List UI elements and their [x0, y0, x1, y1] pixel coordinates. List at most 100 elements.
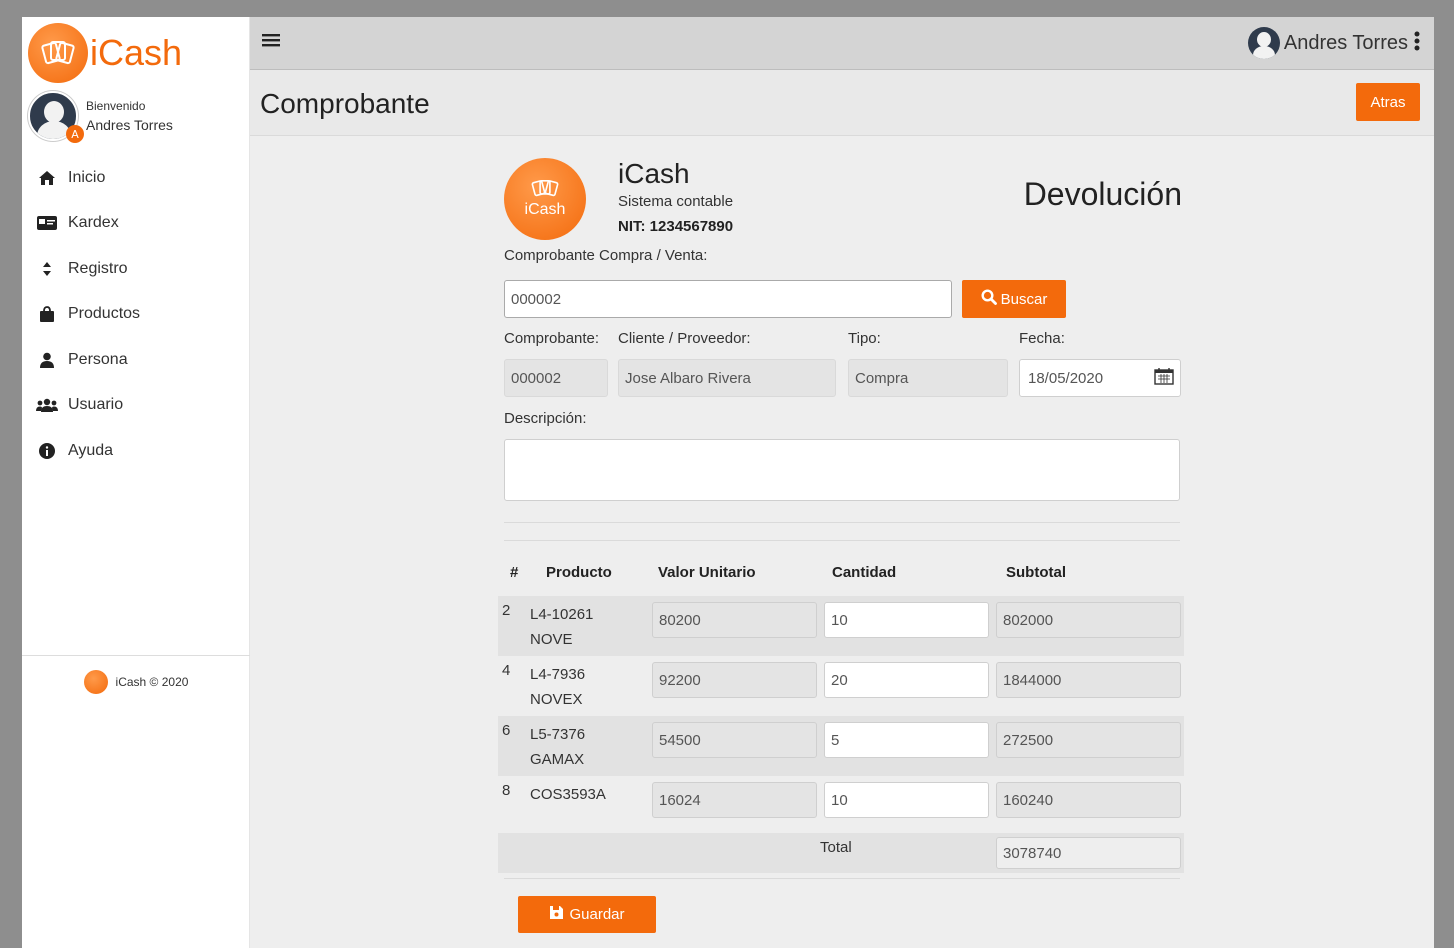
row-qty: 5: [820, 716, 992, 776]
shopping-bag-icon: [36, 305, 58, 323]
sidebar-item-registro[interactable]: Registro: [36, 246, 140, 292]
table-row: 4 L4-7936 NOVEX 92200 20 1844000: [498, 656, 1184, 716]
back-button[interactable]: Atras: [1356, 83, 1420, 121]
kebab-menu-icon[interactable]: [1414, 31, 1420, 55]
cliente-field: Jose Albaro Rivera: [618, 359, 836, 397]
row-subtotal: 160240: [992, 776, 1184, 833]
descripcion-label: Descripción:: [504, 410, 587, 427]
row-unit-price: 92200: [648, 656, 820, 716]
subtotal-field: 802000: [996, 602, 1181, 638]
topbar-user-name: Andres Torres: [1283, 31, 1408, 54]
comprobante-label: Comprobante:: [504, 330, 600, 347]
save-button[interactable]: Guardar: [518, 896, 656, 933]
cards-icon: [531, 180, 559, 197]
col-header-valor: Valor Unitario: [658, 563, 756, 581]
row-unit-price: 16024: [648, 776, 820, 833]
sidebar-item-usuario[interactable]: Usuario: [36, 383, 140, 429]
avatar-badge: A: [66, 125, 84, 143]
cards-icon: [41, 41, 75, 65]
topbar-user-menu[interactable]: Andres Torres: [1247, 27, 1420, 59]
company-nit: NIT: 1234567890: [618, 218, 734, 235]
subtotal-field: 272500: [996, 722, 1181, 758]
items-table: # Producto Valor Unitario Cantidad Subto…: [498, 548, 1184, 873]
sidebar-item-label: Usuario: [68, 396, 124, 414]
row-product: L4-7936 NOVEX: [530, 656, 648, 716]
main-content: iCash iCash Sistema contable NIT: 123456…: [250, 136, 1434, 948]
sidebar-footer: iCash © 2020: [22, 655, 250, 694]
product-code: COS3593A: [530, 786, 606, 803]
product-code: L5-7376: [530, 726, 586, 743]
quantity-input[interactable]: 5: [824, 722, 989, 758]
sidebar-user-name: Andres Torres: [86, 117, 173, 133]
sidebar-item-label: Inicio: [68, 168, 106, 186]
user-icon: [36, 352, 58, 368]
unit-price-field: 80200: [652, 602, 817, 638]
fecha-field[interactable]: 18/05/2020: [1019, 359, 1181, 397]
product-brand: GAMAX: [530, 751, 585, 768]
sidebar-item-ayuda[interactable]: Ayuda: [36, 428, 140, 474]
voucher-form: iCash iCash Sistema contable NIT: 123456…: [498, 136, 1188, 948]
quantity-input[interactable]: 10: [824, 782, 989, 818]
brand[interactable]: iCash: [28, 23, 182, 83]
quantity-input[interactable]: 20: [824, 662, 989, 698]
brand-logo: [28, 23, 88, 83]
sidebar-item-persona[interactable]: Persona: [36, 337, 140, 383]
product-brand: NOVEX: [530, 691, 583, 708]
row-qty: 10: [820, 596, 992, 656]
save-button-label: Guardar: [569, 906, 625, 923]
total-field: 3078740: [996, 837, 1181, 869]
search-icon: [981, 289, 997, 309]
home-icon: [36, 170, 58, 186]
topbar-avatar: [1247, 27, 1280, 59]
sidebar: iCash A Bienvenido Andres Torres Inicio: [22, 17, 250, 948]
row-product: COS3593A: [530, 776, 648, 833]
document-type-title: Devolución: [1023, 176, 1182, 212]
divider: [504, 878, 1180, 879]
unit-price-field: 92200: [652, 662, 817, 698]
row-subtotal: 272500: [992, 716, 1184, 776]
col-header-producto: Producto: [546, 563, 612, 581]
quantity-input[interactable]: 10: [824, 602, 989, 638]
calendar-icon[interactable]: [1154, 367, 1174, 390]
info-icon: [36, 442, 58, 459]
subtotal-field: 1844000: [996, 662, 1181, 698]
product-code: L4-7936: [530, 666, 586, 683]
col-header-subtotal: Subtotal: [1006, 563, 1066, 581]
cliente-value: Jose Albaro Rivera: [625, 369, 751, 387]
company-name: iCash: [618, 158, 690, 189]
comprobante-field: 000002: [504, 359, 608, 397]
app-window: iCash A Bienvenido Andres Torres Inicio: [22, 17, 1434, 948]
divider: [504, 522, 1180, 523]
row-qty: 20: [820, 656, 992, 716]
page-title: Comprobante: [260, 88, 430, 119]
cliente-label: Cliente / Proveedor:: [618, 330, 751, 347]
welcome-text: Bienvenido: [86, 99, 146, 113]
search-input[interactable]: 000002: [504, 280, 952, 318]
topbar: Andres Torres: [250, 17, 1434, 70]
row-unit-price: 80200: [648, 596, 820, 656]
sidebar-item-label: Productos: [68, 305, 141, 323]
subtotal-field: 160240: [996, 782, 1181, 818]
company-logo-text: iCash: [524, 201, 566, 218]
total-label: Total: [820, 833, 992, 873]
users-icon: [36, 398, 58, 413]
sidebar-item-productos[interactable]: Productos: [36, 292, 140, 338]
sidebar-item-label: Persona: [68, 350, 128, 368]
sidebar-item-kardex[interactable]: Kardex: [36, 201, 140, 247]
comprobante-value: 000002: [511, 369, 562, 387]
sidebar-item-label: Registro: [68, 259, 128, 277]
tipo-value: Compra: [855, 369, 909, 387]
sidebar-item-inicio[interactable]: Inicio: [36, 155, 140, 201]
total-row: Total 3078740: [498, 833, 1184, 873]
hamburger-icon[interactable]: [262, 31, 280, 53]
col-header-cantidad: Cantidad: [832, 563, 897, 581]
table-row: 2 L4-10261 NOVE 80200 10 802000: [498, 596, 1184, 656]
brand-name: iCash: [90, 32, 183, 73]
user-block: A Bienvenido Andres Torres: [28, 91, 173, 143]
company-subtitle: Sistema contable: [618, 193, 734, 210]
search-button[interactable]: Buscar: [962, 280, 1066, 318]
search-input-value: 000002: [511, 290, 562, 308]
descripcion-textarea[interactable]: [504, 439, 1180, 501]
search-button-label: Buscar: [1000, 290, 1048, 308]
table-header-row: # Producto Valor Unitario Cantidad Subto…: [498, 548, 1184, 596]
